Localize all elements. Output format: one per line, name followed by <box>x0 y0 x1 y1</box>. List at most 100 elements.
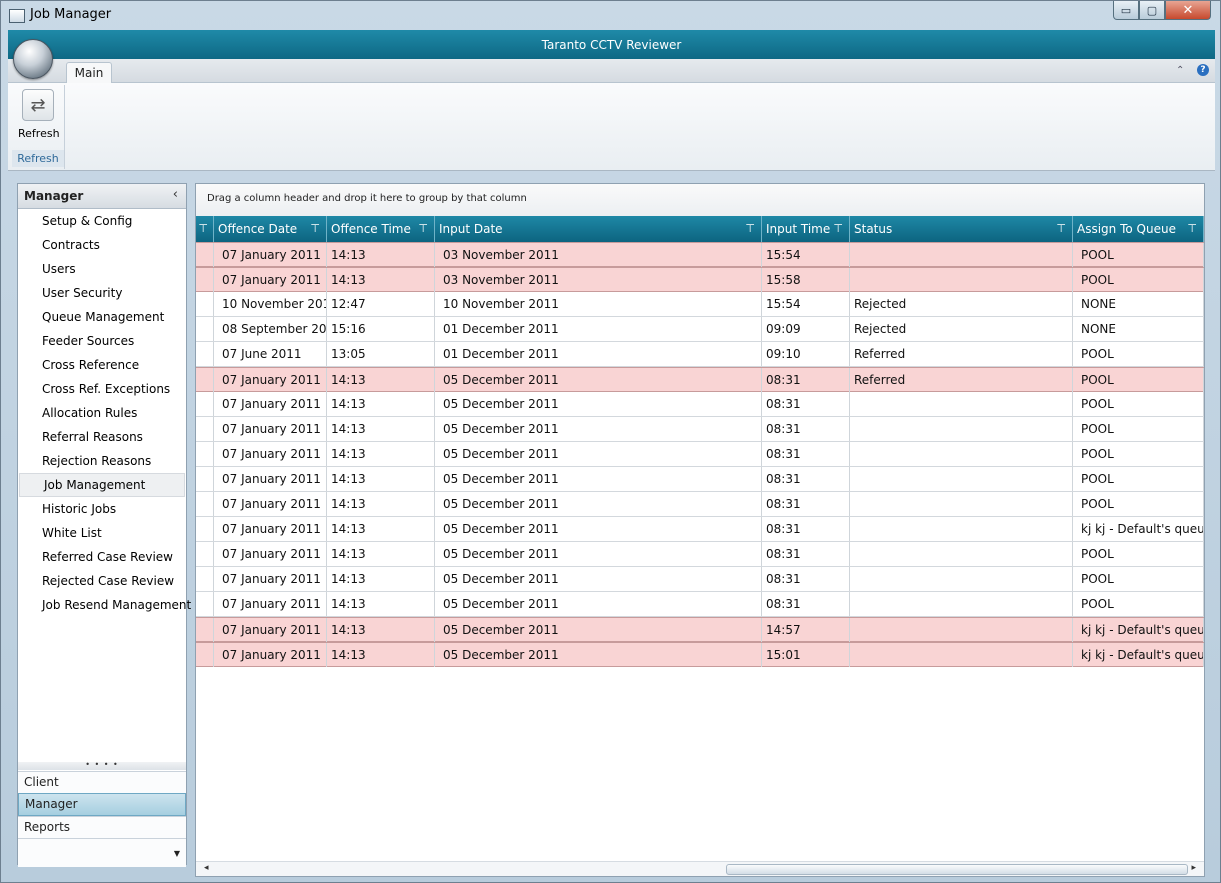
sidebar-item-referred-case-review[interactable]: Referred Case Review <box>18 545 186 569</box>
table-row[interactable]: 07 January 2011 14:13 05 December 2011 08:3… <box>196 417 1204 442</box>
column-filter-icon[interactable]: ⊤ <box>833 216 843 242</box>
grid-header-cell-hidden[interactable]: ⊤ <box>196 216 214 242</box>
table-row[interactable]: 07 January 2011 14:13 05 December 2011 15:0… <box>196 642 1204 667</box>
tab-main[interactable]: Main <box>66 62 112 84</box>
table-row[interactable]: 07 June 2011 13:05 01 December 2011 09:10 Re… <box>196 342 1204 367</box>
close-icon: ✕ <box>1182 2 1194 18</box>
table-row[interactable]: 07 January 2011 14:13 05 December 2011 08:3… <box>196 392 1204 417</box>
cell-offence-date: 07 January 2011 <box>214 567 327 591</box>
cell-status <box>850 567 1073 591</box>
table-row[interactable]: 07 January 2011 14:13 03 November 2011 15:5… <box>196 267 1204 292</box>
column-header-input-time[interactable]: Input Time ⊤ <box>762 216 850 242</box>
help-icon[interactable]: ? <box>1197 64 1209 76</box>
column-header-label: Status <box>854 222 893 236</box>
column-filter-icon[interactable]: ⊤ <box>1056 216 1066 242</box>
sidebar-item-allocation-rules[interactable]: Allocation Rules <box>18 401 186 425</box>
navigation-panel: Manager ‹ Setup & Config Contracts Users Us… <box>17 183 191 867</box>
sidebar-item-cross-ref-exceptions[interactable]: Cross Ref. Exceptions <box>18 377 186 401</box>
nav-section-reports[interactable]: Reports <box>18 816 186 838</box>
column-filter-icon[interactable]: ⊤ <box>418 216 428 242</box>
horizontal-scrollbar[interactable]: ◂ ▸ <box>196 861 1204 876</box>
sidebar-item-referral-reasons[interactable]: Referral Reasons <box>18 425 186 449</box>
table-row[interactable]: 07 January 2011 14:13 05 December 2011 08:3… <box>196 567 1204 592</box>
sidebar-item-setup-config[interactable]: Setup & Config <box>18 209 186 233</box>
application-menu-orb[interactable] <box>13 39 53 79</box>
sidebar-item-job-resend-management[interactable]: Job Resend Management <box>18 593 191 617</box>
cell-status <box>850 542 1073 566</box>
panel-splitter-grip[interactable]: • • • • <box>18 761 186 770</box>
window-titlebar[interactable]: Job Manager ▭ ▢ ✕ <box>1 1 1220 29</box>
cell-status: Referred <box>850 368 1073 392</box>
row-hidden-cell <box>196 492 214 516</box>
cell-offence-date: 07 January 2011 <box>214 442 327 466</box>
cell-input-time: 08:31 <box>762 592 850 616</box>
cell-input-time: 08:31 <box>762 442 850 466</box>
table-row[interactable]: 07 January 2011 14:13 05 December 2011 08:3… <box>196 592 1204 617</box>
table-row[interactable]: 08 September 201115:1601 December 201109… <box>196 317 1204 342</box>
row-hidden-cell <box>196 618 214 642</box>
cell-input-date: 01 December 2011 <box>435 317 762 341</box>
cell-status <box>850 618 1073 642</box>
cell-offence-time: 12:47 <box>327 292 435 316</box>
sidebar-item-historic-jobs[interactable]: Historic Jobs <box>18 497 186 521</box>
sidebar-item-contracts[interactable]: Contracts <box>18 233 186 257</box>
sidebar-item-user-security[interactable]: User Security <box>18 281 186 305</box>
maximize-button[interactable]: ▢ <box>1139 1 1165 20</box>
cell-input-date: 05 December 2011 <box>435 368 762 392</box>
scroll-left-icon[interactable]: ◂ <box>204 863 209 873</box>
sidebar-item-job-management[interactable]: Job Management <box>19 473 185 497</box>
table-row[interactable]: 07 January 2011 14:13 05 December 2011 08:3… <box>196 517 1204 542</box>
table-row[interactable]: 07 January 2011 14:13 05 December 2011 08:3… <box>196 442 1204 467</box>
column-filter-icon[interactable]: ⊤ <box>310 216 320 242</box>
row-hidden-cell <box>196 342 214 366</box>
sidebar-item-feeder-sources[interactable]: Feeder Sources <box>18 329 186 353</box>
ribbon-minimize-icon[interactable]: ⌃ <box>1176 65 1184 76</box>
chevron-down-icon: ▼ <box>173 849 180 858</box>
bottom-navigation: Client Manager Reports ▼ <box>18 771 186 867</box>
table-row[interactable]: 07 January 2011 14:13 05 December 2011 08:3… <box>196 542 1204 567</box>
sidebar-item-users[interactable]: Users <box>18 257 186 281</box>
cell-assign-to-queue: POOL <box>1073 243 1204 267</box>
sidebar-item-rejection-reasons[interactable]: Rejection Reasons <box>18 449 186 473</box>
cell-input-date: 03 November 2011 <box>435 243 762 267</box>
column-header-input-date[interactable]: Input Date ⊤ <box>435 216 762 242</box>
table-row[interactable]: 07 January 2011 14:13 05 December 2011 14:5… <box>196 617 1204 642</box>
nav-section-client[interactable]: Client <box>18 771 186 793</box>
row-hidden-cell <box>196 643 214 667</box>
sidebar-item-white-list[interactable]: White List <box>18 521 186 545</box>
minimize-icon: ▭ <box>1120 3 1132 17</box>
group-by-hint: Drag a column header and drop it here to… <box>207 193 527 204</box>
sidebar-item-queue-management[interactable]: Queue Management <box>18 305 186 329</box>
sidebar-item-rejected-case-review[interactable]: Rejected Case Review <box>18 569 186 593</box>
cell-offence-date: 07 January 2011 <box>214 368 327 392</box>
column-filter-icon[interactable]: ⊤ <box>745 216 755 242</box>
table-row[interactable]: 07 January 2011 14:13 05 December 2011 08:3… <box>196 467 1204 492</box>
collapse-panel-icon[interactable]: ‹ <box>173 187 178 202</box>
table-row[interactable]: 07 January 2011 14:13 05 December 2011 08:3… <box>196 492 1204 517</box>
nav-section-manager[interactable]: Manager <box>18 793 186 816</box>
cell-offence-time: 14:13 <box>327 567 435 591</box>
column-filter-icon[interactable]: ⊤ <box>1187 216 1197 242</box>
table-row[interactable]: 07 January 2011 14:13 03 November 2011 15:5… <box>196 242 1204 267</box>
group-by-panel[interactable]: Drag a column header and drop it here to… <box>196 184 1204 217</box>
cell-offence-date: 07 January 2011 <box>214 592 327 616</box>
sidebar-item-cross-reference[interactable]: Cross Reference <box>18 353 186 377</box>
column-header-status[interactable]: Status ⊤ <box>850 216 1073 242</box>
table-row[interactable]: 10 November 2011 12:47 10 November 2011 15:… <box>196 292 1204 317</box>
scrollbar-thumb[interactable] <box>726 864 1188 875</box>
column-header-assign-to-queue[interactable]: Assign To Queue ⊤ <box>1073 216 1204 242</box>
close-button[interactable]: ✕ <box>1165 1 1211 20</box>
nav-overflow-dropdown[interactable]: ▼ <box>18 838 186 867</box>
cell-status: Referred <box>850 342 1073 366</box>
scroll-right-icon[interactable]: ▸ <box>1191 863 1196 873</box>
column-header-offence-time[interactable]: Offence Time ⊤ <box>327 216 435 242</box>
cell-assign-to-queue: POOL <box>1073 268 1204 292</box>
cell-offence-date: 07 January 2011 <box>214 492 327 516</box>
cell-offence-time: 14:13 <box>327 417 435 441</box>
column-filter-icon[interactable]: ⊤ <box>198 216 208 242</box>
column-header-offence-date[interactable]: Offence Date ⊤ <box>214 216 327 242</box>
row-hidden-cell <box>196 417 214 441</box>
refresh-button[interactable]: ⇄ Refresh <box>18 89 60 143</box>
minimize-button[interactable]: ▭ <box>1113 1 1139 20</box>
table-row[interactable]: 07 January 2011 14:13 05 December 2011 08:3… <box>196 367 1204 392</box>
